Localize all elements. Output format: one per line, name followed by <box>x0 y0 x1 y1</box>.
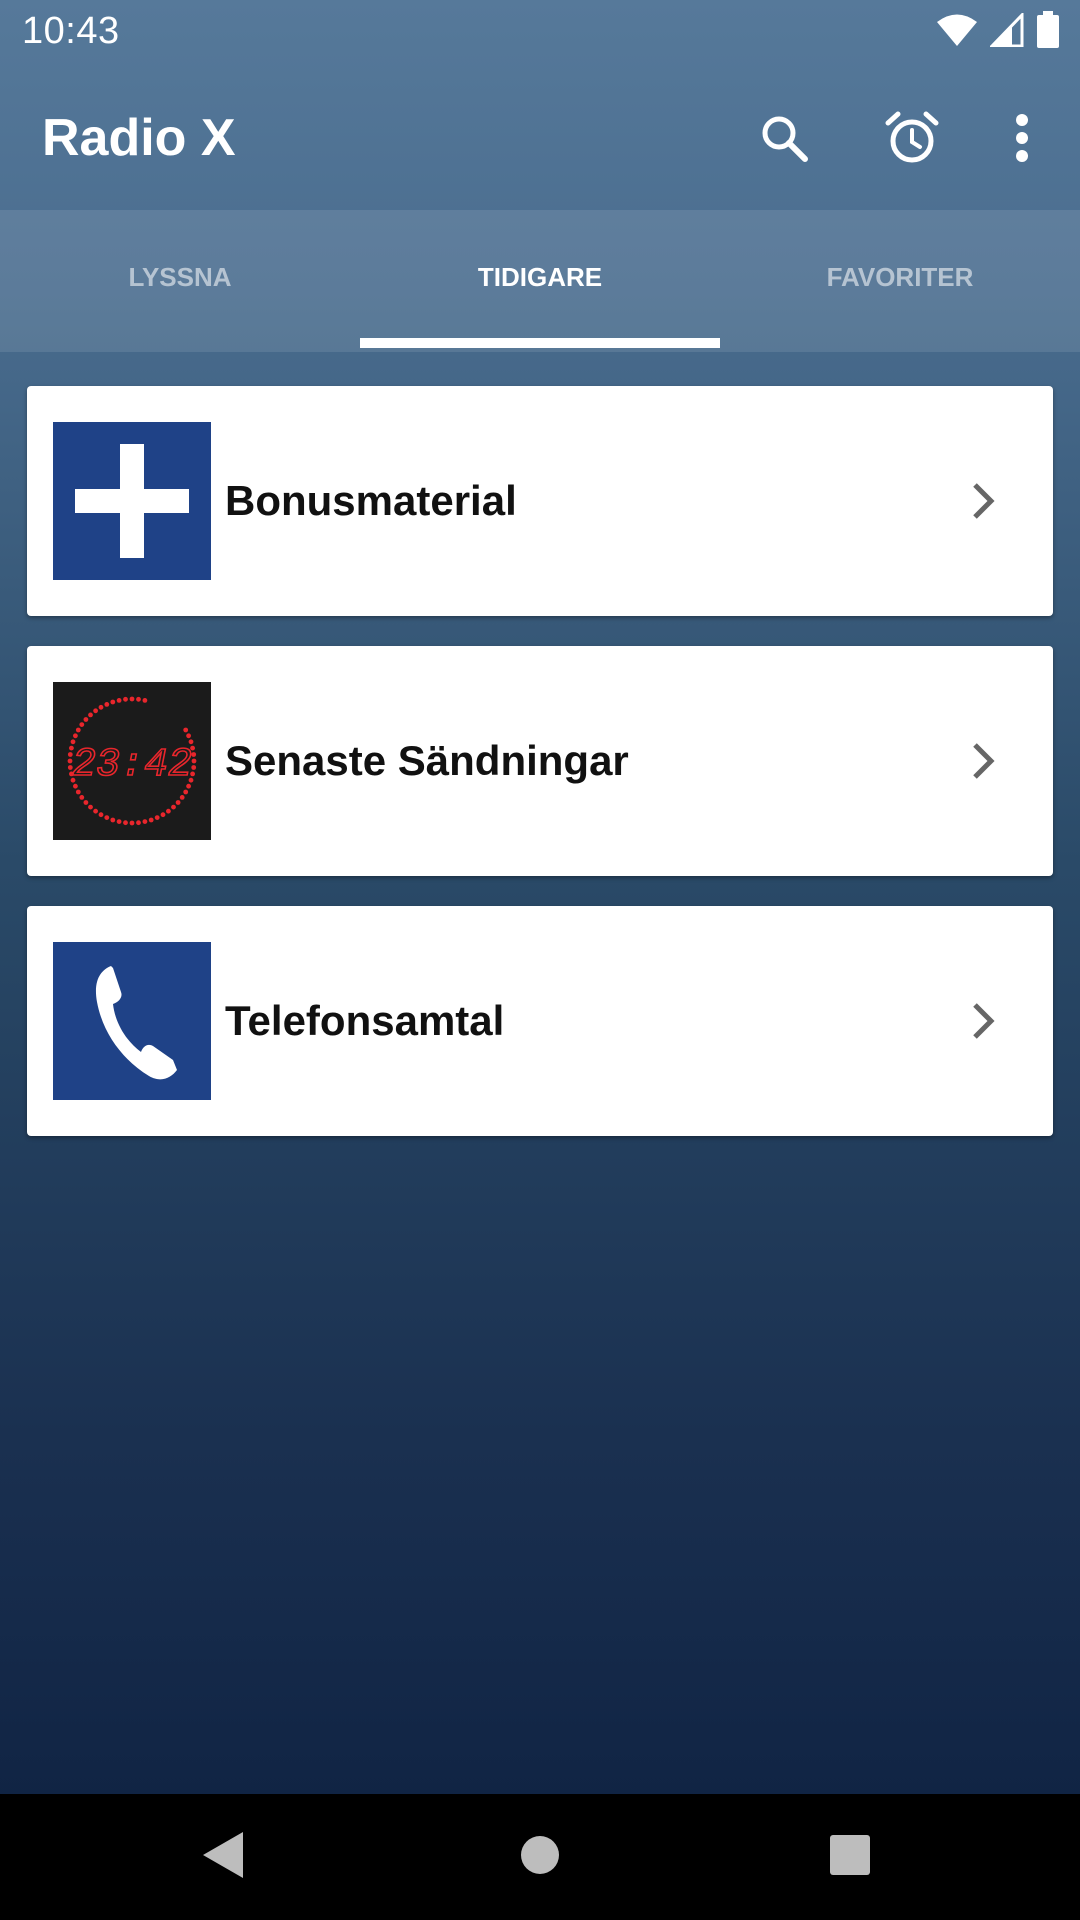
clock-led-dot <box>88 804 93 810</box>
clock-led-dot <box>98 704 104 710</box>
chevron-right-icon <box>953 731 1013 791</box>
recents-button[interactable] <box>817 1824 883 1890</box>
clock-led-dot <box>136 696 141 702</box>
app-title: Radio X <box>42 109 236 167</box>
clock-led-dot <box>116 698 122 703</box>
list-item-senaste-sandningar[interactable]: 23:42 Senaste Sändningar <box>27 646 1053 876</box>
search-button[interactable] <box>748 104 820 176</box>
tab-bar: LYSSNA TIDIGARE FAVORITER <box>0 210 1080 352</box>
clock-led-dot <box>171 804 176 810</box>
list-item-telefonsamtal[interactable]: Telefonsamtal <box>27 906 1053 1136</box>
tab-indicator <box>360 338 720 348</box>
phone-icon <box>53 942 211 1100</box>
chevron-right-icon <box>953 471 1013 531</box>
clock-led-dot <box>98 812 104 818</box>
clock-led-dot <box>183 727 189 733</box>
clock-led-dot <box>148 817 154 823</box>
item-label: Bonusmaterial <box>225 477 517 524</box>
clock-led-dot <box>191 758 197 764</box>
clock-led-dot <box>191 752 197 757</box>
clock-led-dot <box>79 722 85 727</box>
clock-led-dot <box>123 696 128 702</box>
clock-led-dot <box>142 819 148 824</box>
clock-led-dot <box>73 733 78 739</box>
clock-led-dot <box>104 702 110 707</box>
clock-digits: 23:42 <box>72 743 192 788</box>
clock-led-dot <box>75 727 81 733</box>
clock-led-dot <box>191 765 197 770</box>
wifi-icon <box>936 13 978 52</box>
item-label: Senaste Sändningar <box>225 737 629 784</box>
item-label: Telefonsamtal <box>225 997 505 1044</box>
clock-led-dot <box>88 712 93 718</box>
status-time: 10:43 <box>22 10 120 52</box>
alarm-button[interactable] <box>876 104 948 176</box>
clock-led-dot <box>83 800 89 805</box>
clock-led-dot <box>79 795 85 800</box>
clock-led-dot <box>93 808 98 814</box>
home-icon <box>519 1834 561 1881</box>
clock-led-dot <box>123 820 128 826</box>
clock-led-dot <box>179 795 185 800</box>
tab-lyssna[interactable]: LYSSNA <box>0 210 360 352</box>
clock-led-dot <box>142 698 148 703</box>
alarm-icon <box>884 110 940 171</box>
app-bar: Radio X <box>0 64 1080 210</box>
back-icon <box>201 1830 245 1885</box>
recents-icon <box>829 1834 871 1881</box>
clock-led-dot <box>183 789 189 795</box>
clock-led-dot <box>116 819 122 824</box>
clock-led-dot <box>129 820 135 826</box>
battery-icon <box>1036 10 1060 54</box>
plus-icon <box>53 422 211 580</box>
clock-led-dot <box>166 808 171 814</box>
tab-tidigare[interactable]: TIDIGARE <box>360 210 720 352</box>
clock-led-dot <box>136 820 141 826</box>
status-bar: 10:43 <box>0 0 1080 64</box>
clock-led-dot <box>75 789 81 795</box>
back-button[interactable] <box>190 1824 256 1890</box>
clock-led-dot <box>186 733 192 739</box>
signal-icon <box>988 10 1024 52</box>
more-vert-icon <box>1014 113 1030 168</box>
search-icon <box>758 112 810 169</box>
list-item-bonusmaterial[interactable]: Bonusmaterial <box>27 386 1053 616</box>
clock-led-dot <box>154 815 160 820</box>
clock-led-dot <box>110 699 116 705</box>
clock-led-dot <box>83 717 89 722</box>
home-button[interactable] <box>507 1824 573 1890</box>
clock-led-dot <box>93 708 98 714</box>
clock-led-dot <box>175 800 181 805</box>
category-list: Bonusmaterial 23:42 Senaste Sändningar T… <box>27 386 1053 1166</box>
clock-led-dot <box>110 817 116 823</box>
clock-led-dot <box>104 815 110 820</box>
system-nav-bar <box>0 1794 1080 1920</box>
more-options-button[interactable] <box>986 104 1058 176</box>
clock-led-dot <box>160 812 166 818</box>
clock-led-dot <box>129 696 135 702</box>
clock-icon: 23:42 <box>53 682 211 840</box>
tab-favoriter[interactable]: FAVORITER <box>720 210 1080 352</box>
chevron-right-icon <box>953 991 1013 1051</box>
